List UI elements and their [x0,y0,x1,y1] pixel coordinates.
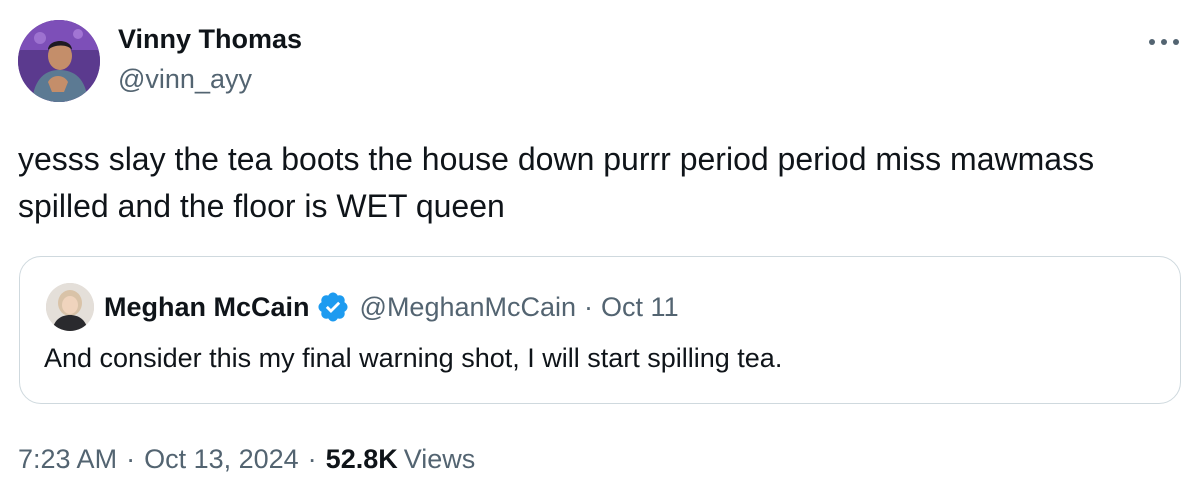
tweet-card: Vinny Thomas @vinn_ayy yesss slay the te… [0,0,1200,495]
tweet-date[interactable]: Oct 13, 2024 [144,444,299,475]
quoted-avatar-image [46,283,94,331]
meta-separator: · [126,444,136,474]
more-options-button[interactable] [1144,30,1184,54]
quoted-author-handle[interactable]: @MeghanMcCain [360,292,577,323]
tweet-time[interactable]: 7:23 AM [18,444,117,475]
quoted-tweet-text: And consider this my final warning shot,… [44,343,783,373]
quoted-tweet[interactable]: Meghan McCain @MeghanMcCain · Oct 11 And… [19,256,1181,404]
meta-separator: · [307,444,317,474]
author-handle[interactable]: @vinn_ayy [118,64,252,95]
author-avatar[interactable] [18,20,100,102]
quoted-header-separator: · [584,291,594,322]
verified-badge-icon [318,292,348,322]
tweet-text: yesss slay the tea boots the house down … [18,141,1095,224]
more-dots-icon [1149,39,1179,45]
views-count[interactable]: 52.8K [326,444,398,475]
author-avatar-image [18,20,100,102]
quoted-author-name[interactable]: Meghan McCain [104,292,310,323]
tweet-meta: 7:23 AM · Oct 13, 2024 · 52.8K Views [18,444,475,475]
quoted-author-avatar[interactable] [46,283,94,331]
quoted-tweet-header: Meghan McCain @MeghanMcCain · Oct 11 [104,290,679,324]
views-label: Views [403,444,476,474]
author-name[interactable]: Vinny Thomas [118,24,302,55]
quoted-tweet-date[interactable]: Oct 11 [601,292,679,323]
